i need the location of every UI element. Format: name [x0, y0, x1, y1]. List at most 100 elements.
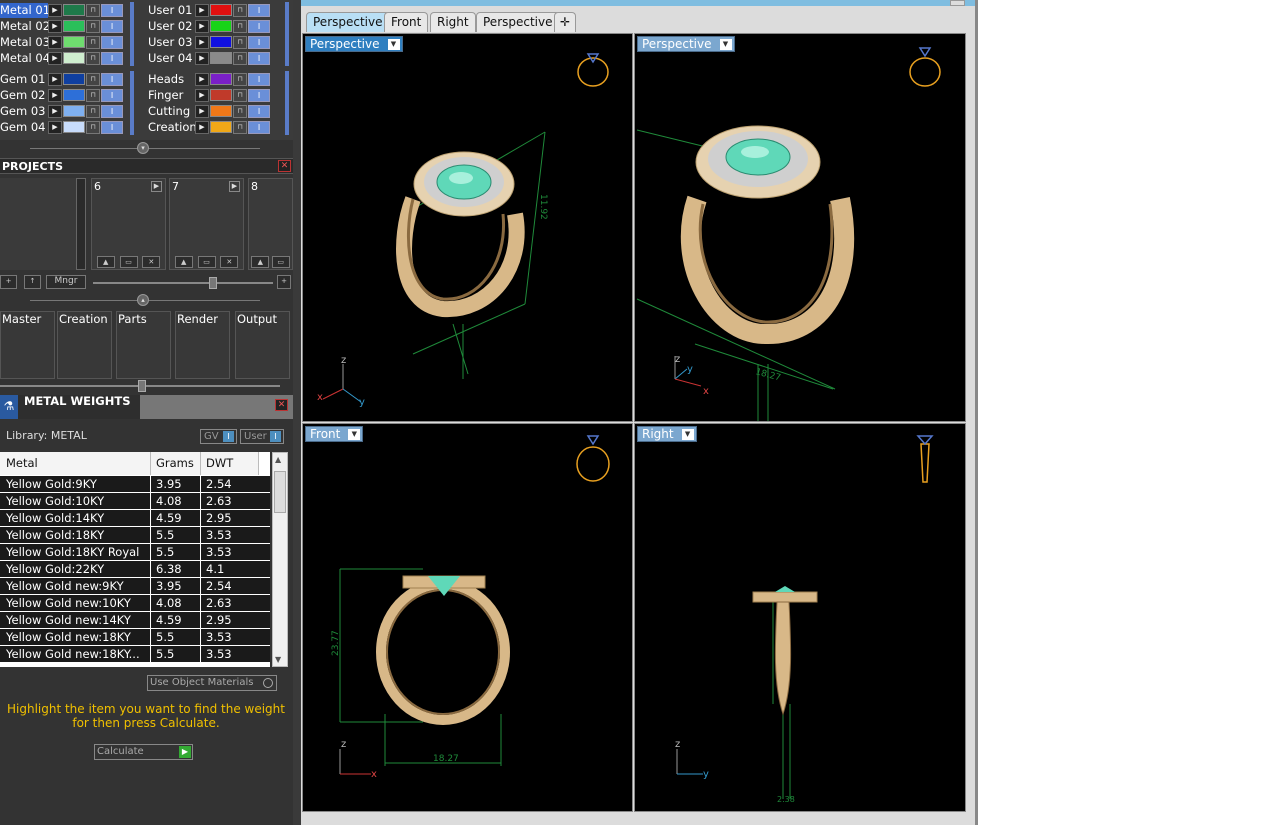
layer-row-gem-03[interactable]: Gem 03 ▶ ⊓ I [0, 103, 124, 119]
panel-separator[interactable] [293, 0, 301, 825]
lock-icon[interactable]: ⊓ [233, 104, 247, 118]
project-card[interactable]: 7 ▶ ▲ ▭ ✕ [169, 178, 244, 270]
layer-color-swatch[interactable] [63, 36, 85, 48]
scrollbar-thumb[interactable] [274, 471, 286, 513]
layer-name[interactable]: Heads [145, 72, 195, 87]
viewport-perspective[interactable]: 11.92 z x y Perspective ▼ [302, 33, 633, 422]
add-icon[interactable]: + [0, 275, 17, 289]
visibility-toggle[interactable]: I [248, 104, 270, 118]
viewport-label[interactable]: Front ▼ [305, 426, 364, 442]
table-row[interactable]: Yellow Gold new:10KY 4.08 2.63 [0, 595, 270, 612]
project-card[interactable]: 6 ▶ ▲ ▭ ✕ [91, 178, 166, 270]
visibility-toggle[interactable]: I [248, 120, 270, 134]
use-object-materials-toggle[interactable]: Use Object Materials [147, 675, 277, 691]
layer-color-swatch[interactable] [63, 52, 85, 64]
radio-icon[interactable] [263, 678, 273, 688]
play-icon[interactable]: ▶ [195, 35, 209, 49]
layer-color-swatch[interactable] [210, 52, 232, 64]
lock-icon[interactable]: ⊓ [233, 35, 247, 49]
table-row[interactable]: Yellow Gold:10KY 4.08 2.63 [0, 493, 270, 510]
play-icon[interactable]: ▶ [48, 104, 62, 118]
layer-color-swatch[interactable] [63, 4, 85, 16]
visibility-toggle[interactable]: I [101, 51, 123, 65]
column-header-grams[interactable]: Grams [151, 452, 201, 475]
play-icon[interactable]: ▶ [195, 19, 209, 33]
tool-master[interactable]: Master [0, 311, 55, 379]
visibility-toggle[interactable]: I [101, 35, 123, 49]
viewport-label[interactable]: Right ▼ [637, 426, 697, 442]
delete-icon[interactable]: ✕ [142, 256, 161, 268]
visibility-toggle[interactable]: I [248, 72, 270, 86]
layer-row-user-03[interactable]: User 03 ▶ ⊓ I [145, 34, 271, 50]
collapse-knob-icon[interactable]: ▴ [137, 294, 149, 306]
layer-color-swatch[interactable] [63, 121, 85, 133]
dropdown-icon[interactable]: ▼ [387, 39, 400, 50]
viewport-right[interactable]: 2.38 zy Right ▼ [634, 423, 966, 812]
table-row[interactable]: Yellow Gold new:14KY 4.59 2.95 [0, 612, 270, 629]
layer-row-metal-04[interactable]: Metal 04 ▶ ⊓ I [0, 50, 124, 66]
metal-table[interactable]: Metal Grams DWT Yellow Gold:9KY 3.95 2.54 Y… [0, 452, 270, 667]
visibility-toggle[interactable]: I [248, 51, 270, 65]
table-row[interactable]: Yellow Gold new:18KY... 5.5 3.53 [0, 646, 270, 663]
lock-icon[interactable]: ⊓ [233, 51, 247, 65]
column-header-metal[interactable]: Metal [0, 452, 151, 475]
play-icon[interactable]: ▶ [195, 3, 209, 17]
layer-name[interactable]: User 02 [145, 19, 195, 34]
viewport-front[interactable]: 23.77 18.27 zx Front ▼ [302, 423, 633, 812]
table-row[interactable]: Yellow Gold:18KY 5.5 3.53 [0, 527, 270, 544]
upload-icon[interactable]: ▲ [251, 256, 270, 268]
play-icon[interactable]: ▶ [195, 51, 209, 65]
layer-row-user-04[interactable]: User 04 ▶ ⊓ I [145, 50, 271, 66]
viewport-label[interactable]: Perspective ▼ [637, 36, 735, 52]
tool-parts[interactable]: Parts [116, 311, 171, 379]
table-row[interactable]: Yellow Gold:9KY 3.95 2.54 [0, 476, 270, 493]
visibility-toggle[interactable]: I [101, 88, 123, 102]
table-row[interactable]: Yellow Gold:18KY Royal 5.5 3.53 [0, 544, 270, 561]
layer-color-swatch[interactable] [210, 121, 232, 133]
calculate-button[interactable]: Calculate ▶ [94, 744, 193, 760]
layer-row-gem-01[interactable]: Gem 01 ▶ ⊓ I [0, 71, 124, 87]
play-icon[interactable]: ▶ [195, 88, 209, 102]
upload-icon[interactable]: ▲ [96, 256, 115, 268]
layer-row-metal-01[interactable]: Metal 01 ▶ ⊓ I [0, 2, 124, 18]
scroll-up-icon[interactable]: ▲ [275, 455, 281, 464]
play-icon[interactable]: ▶ [48, 88, 62, 102]
visibility-toggle[interactable]: I [101, 72, 123, 86]
lock-icon[interactable]: ⊓ [86, 19, 100, 33]
layer-name[interactable]: Metal 02 [0, 19, 48, 34]
visibility-toggle[interactable]: I [101, 120, 123, 134]
lock-icon[interactable]: ⊓ [233, 88, 247, 102]
layer-row-finger[interactable]: Finger ▶ ⊓ I [145, 87, 271, 103]
lock-icon[interactable]: ⊓ [233, 3, 247, 17]
play-icon[interactable]: ▶ [195, 120, 209, 134]
lock-icon[interactable]: ⊓ [86, 3, 100, 17]
table-row[interactable]: Yellow Gold:14KY 4.59 2.95 [0, 510, 270, 527]
scroll-down-icon[interactable]: ▼ [275, 655, 281, 664]
visibility-toggle[interactable]: I [101, 104, 123, 118]
layer-row-heads[interactable]: Heads ▶ ⊓ I [145, 71, 271, 87]
tab-perspective-2[interactable]: Perspective [476, 12, 560, 32]
play-icon[interactable]: ▶ [195, 72, 209, 86]
layer-color-swatch[interactable] [210, 73, 232, 85]
project-list[interactable] [0, 178, 86, 270]
lock-icon[interactable]: ⊓ [86, 72, 100, 86]
dropdown-icon[interactable]: ▼ [681, 429, 694, 440]
layer-row-metal-02[interactable]: Metal 02 ▶ ⊓ I [0, 18, 124, 34]
tab-front[interactable]: Front [384, 12, 429, 32]
layer-color-swatch[interactable] [210, 4, 232, 16]
layer-color-swatch[interactable] [210, 89, 232, 101]
layer-name[interactable]: Gem 04 [0, 120, 48, 135]
layer-color-swatch[interactable] [63, 73, 85, 85]
dropdown-icon[interactable]: ▼ [719, 39, 732, 50]
table-row[interactable]: Yellow Gold:22KY 6.38 4.1 [0, 561, 270, 578]
dropdown-icon[interactable]: ▼ [348, 429, 361, 440]
save-icon[interactable]: ▭ [119, 256, 138, 268]
tool-slider-handle[interactable] [138, 380, 146, 392]
layer-color-swatch[interactable] [63, 20, 85, 32]
tool-output[interactable]: Output [235, 311, 290, 379]
play-icon[interactable]: ▶ [48, 35, 62, 49]
visibility-toggle[interactable]: I [248, 3, 270, 17]
tool-creation[interactable]: Creation [57, 311, 112, 379]
layer-name[interactable]: Metal 03 [0, 35, 48, 50]
project-card[interactable]: 8 ▲ ▭ [248, 178, 293, 270]
